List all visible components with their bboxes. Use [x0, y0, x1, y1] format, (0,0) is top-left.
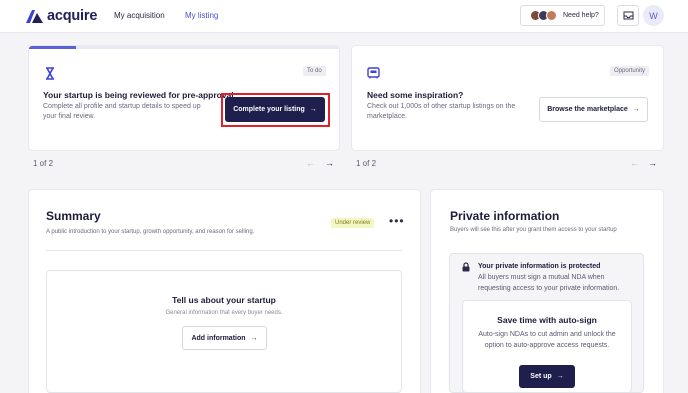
set-up-label: Set up	[530, 373, 552, 380]
auto-sign-desc-1: Auto-sign NDAs to cut admin and unlock t…	[478, 331, 616, 338]
inbox-icon	[623, 11, 633, 20]
arrow-right-icon[interactable]: →	[648, 158, 657, 168]
acquire-logo-icon	[26, 10, 43, 23]
startup-info-title: Tell us about your startup	[172, 295, 276, 305]
summary-divider	[46, 250, 402, 251]
protected-desc-1: All buyers must sign a mutual NDA when	[478, 274, 605, 281]
opportunity-tag: Opportunity	[610, 66, 650, 76]
opportunity-card-title: Need some inspiration?	[367, 90, 464, 100]
opportunity-card-desc-1: Check out 1,000s of other startup listin…	[367, 103, 516, 110]
need-help-button[interactable]: Need help?	[520, 5, 605, 26]
todo-progress-bar	[29, 46, 339, 49]
browse-marketplace-button[interactable]: Browse the marketplace →	[539, 97, 648, 122]
private-info-title: Private information	[450, 209, 560, 223]
support-avatars	[530, 10, 557, 21]
auto-sign-desc-2: option to auto-approve access requests.	[484, 342, 610, 349]
startup-info-desc: General information that every buyer nee…	[165, 310, 283, 316]
todo-tag: To do	[303, 66, 326, 76]
todo-pager-count: 1 of 2	[33, 159, 54, 168]
set-up-button[interactable]: Set up →	[519, 365, 575, 388]
todo-card-desc-2: your final review.	[43, 113, 96, 120]
nav-link-my-listing[interactable]: My listing	[185, 11, 218, 20]
private-info-desc: Buyers will see this after you grant the…	[450, 227, 617, 233]
browse-marketplace-label: Browse the marketplace	[547, 106, 628, 113]
top-nav: acquire My acquisition My listing Need h…	[0, 0, 688, 33]
protected-desc-2: requesting access to your private inform…	[478, 285, 620, 292]
lock-icon	[462, 262, 470, 272]
summary-title: Summary	[46, 209, 101, 223]
brand-name: acquire	[47, 8, 98, 24]
add-information-button[interactable]: Add information →	[182, 326, 267, 350]
need-help-label: Need help?	[563, 12, 599, 19]
add-information-label: Add information	[191, 334, 246, 342]
user-avatar[interactable]: W	[643, 5, 664, 26]
arrow-right-icon: →	[250, 334, 258, 342]
summary-desc: A public introduction to your startup, g…	[46, 229, 255, 235]
arrow-left-icon[interactable]: ←	[306, 158, 315, 168]
todo-card-desc-1: Complete all profile and startup details…	[43, 103, 201, 110]
protected-title: Your private information is protected	[478, 263, 601, 270]
inbox-button[interactable]	[617, 5, 639, 26]
nav-link-my-acquisition[interactable]: My acquisition	[114, 11, 165, 20]
arrow-right-icon: →	[556, 373, 564, 380]
arrow-right-icon[interactable]: →	[325, 158, 334, 168]
auto-sign-title: Save time with auto-sign	[497, 315, 597, 325]
arrow-right-icon: →	[632, 106, 640, 113]
hourglass-icon	[46, 67, 54, 80]
support-avatar	[546, 10, 557, 21]
opportunity-pager-count: 1 of 2	[356, 159, 377, 168]
under-review-badge: Under review	[331, 218, 375, 228]
highlight-box	[221, 93, 330, 127]
opportunity-card-desc-2: marketplace.	[367, 113, 408, 120]
todo-card-title: Your startup is being reviewed for pre-a…	[43, 90, 234, 100]
brand-logo[interactable]: acquire	[26, 8, 97, 24]
todo-progress-fill	[29, 46, 76, 49]
arrow-left-icon[interactable]: ←	[630, 158, 639, 168]
more-options-icon[interactable]: •••	[389, 214, 405, 228]
marketplace-icon	[367, 67, 380, 79]
